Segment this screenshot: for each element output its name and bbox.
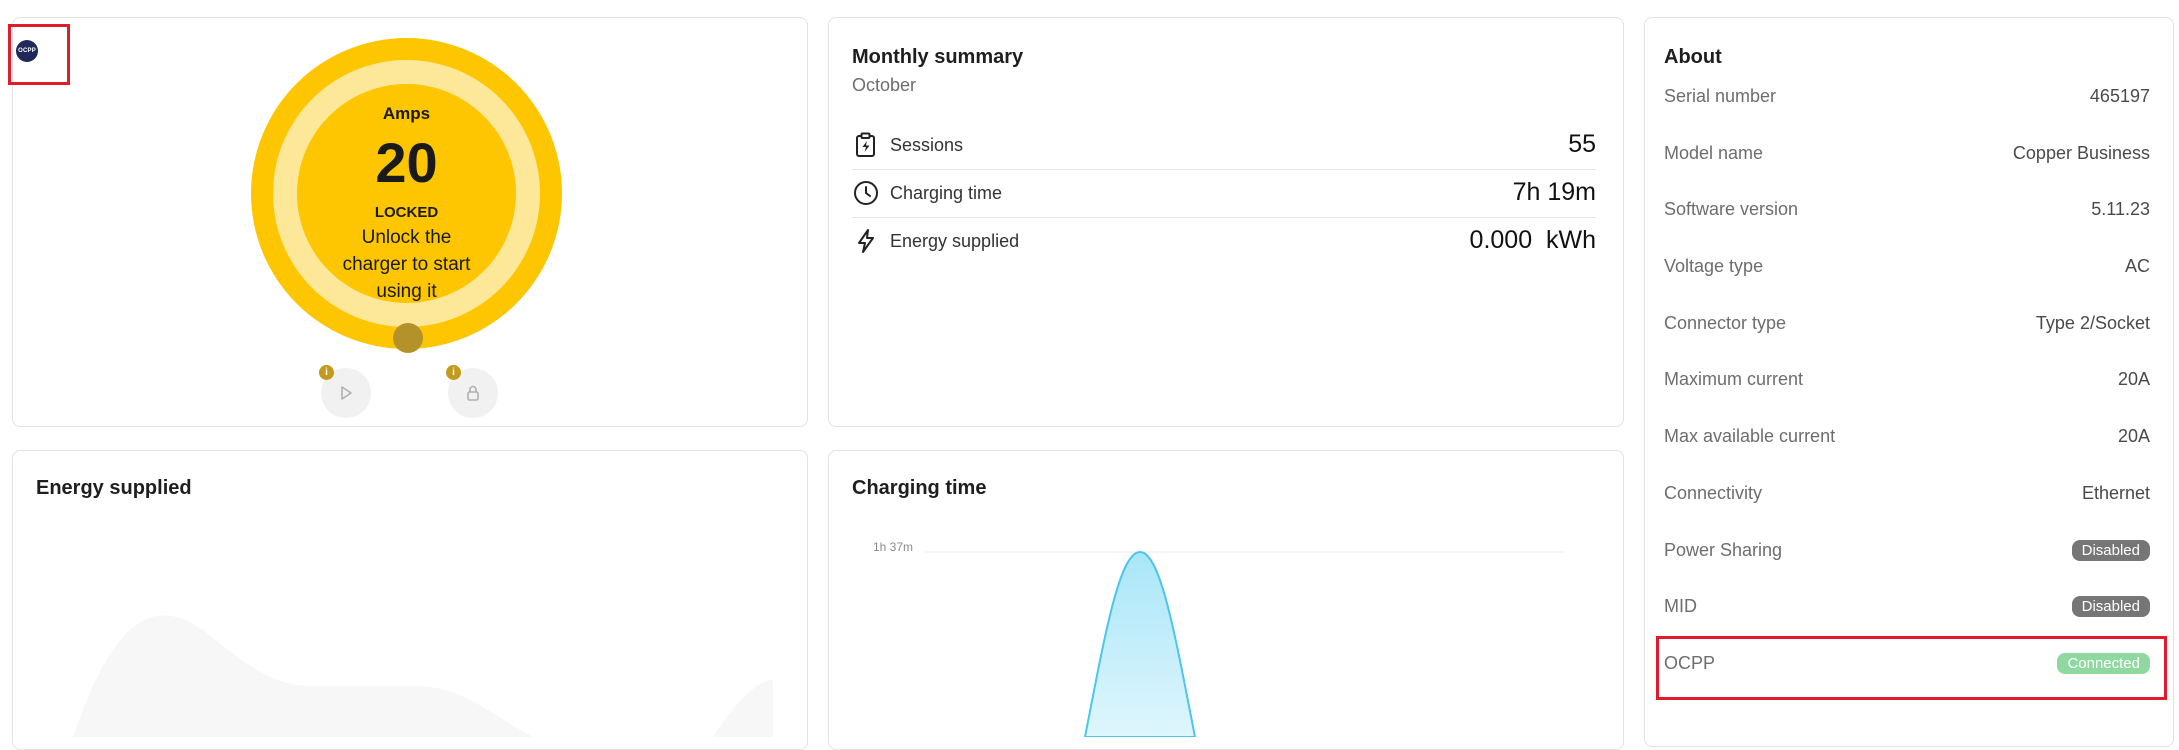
summary-value-sessions: 55 [1568, 130, 1596, 158]
clock-icon [854, 181, 878, 205]
summary-row-charging-time: Charging time 7h 19m [852, 169, 1596, 217]
summary-row-sessions: Sessions 55 [852, 121, 1596, 169]
monthly-summary-month: October [852, 75, 917, 95]
clipboard-bolt-icon [856, 132, 875, 157]
about-row-mid: MID Disabled [1664, 587, 2150, 627]
summary-row-energy: Energy supplied 0.000 kWh [852, 217, 1596, 265]
energy-supplied-title: Energy supplied [36, 477, 192, 499]
about-label: Model name [1664, 143, 1764, 163]
amps-slider-handle[interactable] [393, 323, 423, 353]
about-label: Power Sharing [1664, 540, 1783, 560]
about-row-power-sharing: Power Sharing Disabled [1664, 531, 2150, 571]
about-label: Connector type [1664, 313, 1787, 333]
about-row-max-available-current: Max available current 20A [1664, 417, 2150, 457]
monthly-summary-title: Monthly summary [852, 46, 1024, 68]
charging-time-title: Charging time [852, 477, 987, 499]
highlight-box-ocpp [1656, 636, 2167, 700]
charging-time-chart [925, 550, 1565, 737]
about-row-software-version: Software version 5.11.23 [1664, 190, 2150, 230]
about-title: About [1664, 46, 1722, 68]
bolt-icon [858, 229, 874, 253]
lock-icon [467, 385, 479, 401]
highlight-box-logo [8, 24, 70, 85]
about-value: 465197 [2089, 86, 2150, 106]
summary-label-charging-time: Charging time [890, 183, 1003, 203]
energy-supplied-chart [73, 615, 773, 737]
about-row-connector-type: Connector type Type 2/Socket [1664, 304, 2150, 344]
about-label: Maximum current [1664, 369, 1804, 389]
about-label: Serial number [1664, 86, 1777, 106]
about-value: Copper Business [2012, 143, 2150, 163]
about-value: 20A [2117, 426, 2150, 446]
about-value: 20A [2117, 369, 2150, 389]
about-value: AC [2124, 256, 2150, 276]
about-row-connectivity: Connectivity Ethernet [1664, 474, 2150, 514]
about-value: 5.11.23 [2091, 199, 2150, 219]
amps-label: Amps [382, 104, 431, 123]
about-row-model-name: Model name Copper Business [1664, 134, 2150, 174]
about-row-maximum-current: Maximum current 20A [1664, 360, 2150, 400]
about-label: MID [1664, 596, 1697, 616]
status-badge: Disabled [2071, 596, 2150, 617]
about-row-voltage-type: Voltage type AC [1664, 247, 2150, 287]
status-badge: Disabled [2071, 540, 2150, 561]
charging-time-area [1083, 550, 1197, 737]
start-info-icon[interactable]: i [319, 365, 334, 380]
about-value: Type 2/Socket [2035, 313, 2150, 333]
about-label: Connectivity [1664, 483, 1763, 503]
unlock-message-line3: using it [376, 281, 437, 302]
about-value: Ethernet [2081, 483, 2150, 503]
summary-label-sessions: Sessions [890, 135, 964, 155]
summary-label-energy: Energy supplied [890, 231, 1020, 251]
unlock-message-line2: charger to start [342, 254, 471, 275]
about-label: Software version [1664, 199, 1799, 219]
summary-value-energy: 0.000 kWh [1469, 226, 1596, 254]
amps-value: 20 [375, 131, 438, 194]
about-label: Max available current [1664, 426, 1836, 446]
play-icon [341, 386, 352, 400]
about-label: Voltage type [1664, 256, 1764, 276]
summary-value-charging-time: 7h 19m [1512, 178, 1596, 206]
unlock-info-icon[interactable]: i [446, 365, 461, 380]
about-row-serial-number: Serial number 465197 [1664, 77, 2150, 117]
lock-status: LOCKED [374, 204, 439, 221]
unlock-message-line1: Unlock the [361, 227, 452, 248]
